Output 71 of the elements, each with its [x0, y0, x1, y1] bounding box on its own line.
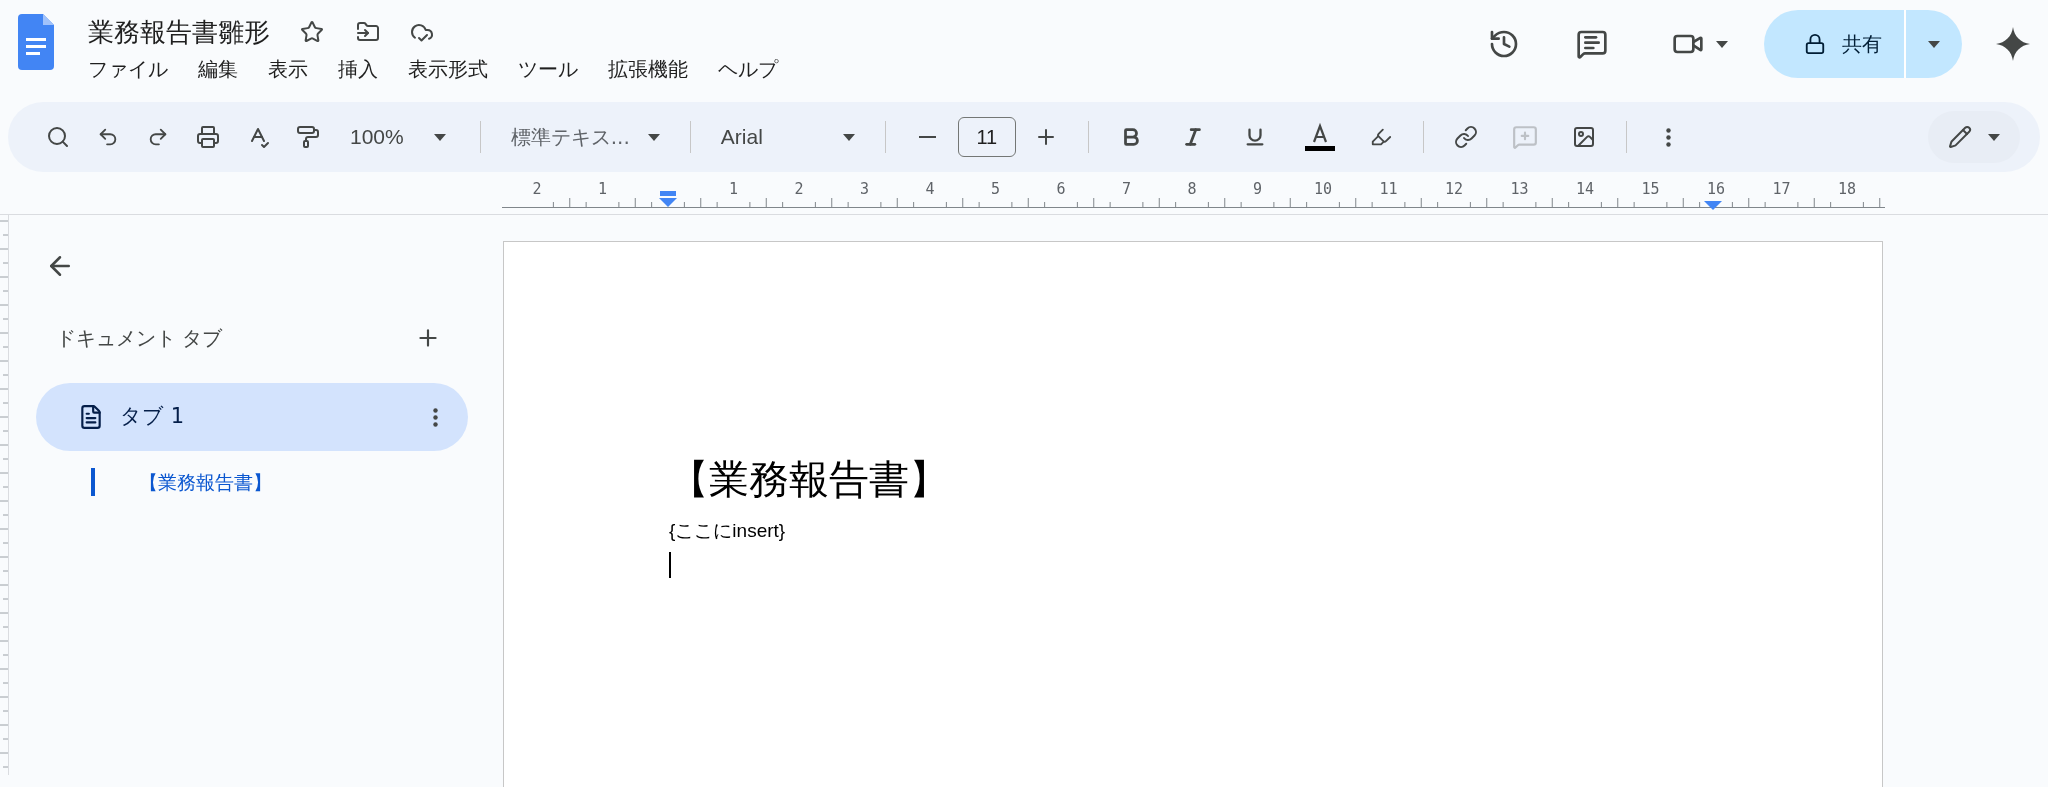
link-icon: [1453, 125, 1478, 149]
more-icon[interactable]: [433, 407, 438, 427]
text-cursor: [669, 551, 671, 578]
caret-icon: [842, 133, 855, 141]
star-icon[interactable]: [300, 20, 324, 44]
document-title[interactable]: 業務報告書雛形: [88, 12, 270, 52]
ruler-number: 10: [1313, 180, 1333, 198]
ruler-number: 12: [1444, 180, 1464, 198]
right-indent-marker[interactable]: [1704, 201, 1722, 211]
ruler-number: 14: [1575, 180, 1595, 198]
ruler-number: 13: [1510, 180, 1529, 198]
menu-item[interactable]: 表示: [268, 54, 308, 84]
caret-icon: [1716, 40, 1728, 48]
ruler-number: 5: [991, 180, 1000, 198]
search-icon: [46, 125, 70, 149]
image-icon: [1571, 125, 1596, 149]
history-icon[interactable]: [1488, 28, 1520, 60]
menu-item[interactable]: ツール: [518, 54, 578, 84]
folder-icon[interactable]: [356, 20, 380, 44]
menu-item[interactable]: 挿入: [338, 54, 378, 84]
editing-mode-button[interactable]: [1928, 111, 2020, 163]
pencil-icon: [1948, 125, 1972, 149]
document-tabs-heading: ドキュメント タブ: [56, 325, 223, 352]
ruler-number: 4: [925, 180, 935, 198]
ruler-number: 6: [1056, 180, 1066, 198]
ruler-number: 7: [1122, 180, 1131, 198]
text-color-icon: [1304, 122, 1335, 152]
caret-icon: [1928, 40, 1940, 48]
ruler-number: 17: [1772, 180, 1791, 198]
menu-item[interactable]: ファイル: [88, 54, 168, 84]
zoom-dropdown[interactable]: 100%: [338, 117, 458, 157]
document-icon: [78, 404, 104, 430]
ruler-number: 16: [1706, 180, 1726, 198]
ruler-number: 8: [1187, 180, 1197, 198]
ruler-number: 1: [729, 180, 738, 198]
highlighter-icon: [1369, 126, 1392, 148]
style-dropdown[interactable]: 標準テキス...: [502, 117, 668, 157]
more-icon: [1666, 127, 1672, 147]
redo-icon: [147, 126, 169, 148]
lock-icon: [1804, 33, 1826, 55]
tab-item[interactable]: タブ 1: [36, 383, 468, 451]
ruler-number: 2: [794, 180, 804, 198]
outline-item[interactable]: 【業務報告書】: [139, 467, 272, 497]
ruler-number: 3: [860, 180, 869, 198]
left-indent-marker[interactable]: [659, 191, 677, 209]
document-logo[interactable]: [18, 14, 54, 70]
printer-icon: [196, 125, 220, 149]
font-size-field[interactable]: 11: [957, 117, 1016, 157]
caret-icon: [1988, 133, 2000, 141]
font-dropdown[interactable]: Arial: [712, 117, 863, 157]
tab-label: タブ 1: [120, 403, 186, 431]
body-text[interactable]: {ここにinsert}: [669, 517, 1882, 546]
ruler-number: 18: [1837, 180, 1857, 198]
minus-icon: [919, 136, 937, 138]
ruler-number: 9: [1253, 180, 1262, 198]
menu-item[interactable]: ヘルプ: [718, 54, 778, 84]
sparkle-icon[interactable]: [1996, 27, 2030, 61]
ruler-number: 1: [598, 180, 607, 198]
caret-icon: [433, 133, 446, 141]
menu-item[interactable]: 編集: [198, 54, 238, 84]
caret-icon: [647, 133, 660, 141]
document-heading[interactable]: 【業務報告書】: [669, 455, 1882, 503]
undo-icon: [97, 126, 119, 148]
paint-roller-icon: [296, 125, 320, 149]
ruler-number: 15: [1641, 180, 1660, 198]
comment-icon[interactable]: [1576, 28, 1608, 60]
menu-item[interactable]: 表示形式: [408, 54, 488, 84]
add-comment-icon: [1511, 124, 1538, 150]
menu-item[interactable]: 拡張機能: [608, 54, 688, 84]
ruler-number: 2: [532, 180, 542, 198]
ruler-number: 11: [1379, 180, 1398, 198]
